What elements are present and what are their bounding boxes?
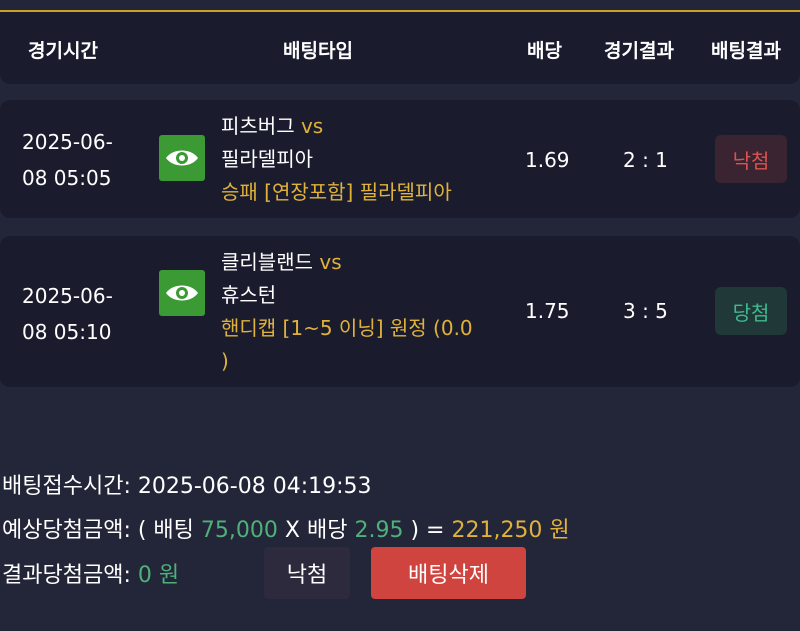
eye-icon [166,285,198,301]
match-date: 2025-06- [22,130,113,154]
bet-type-continued: ) [221,349,229,373]
match-date: 2025-06- [22,284,113,308]
delete-bet-button[interactable]: 배팅삭제 [371,547,526,599]
equals-sign: ) = [410,518,445,543]
home-team: 피츠버그 [221,114,295,138]
game-score: 3 : 5 [623,299,668,323]
match-time: 2025-06- 08 05:05 [22,124,113,196]
view-detail-button[interactable] [159,135,205,181]
bet-info: 피츠버그 vs 필라델피아 승패 [연장포함] 필라델피아 [221,110,491,209]
bet-amount-label: ( 배팅 [137,518,194,543]
result-win-amount: 0 원 [137,563,180,588]
bet-result-badge: 낙첨 [715,135,787,183]
result-status-button[interactable]: 낙첨 [264,547,350,599]
bet-time-value: 2025-06-08 04:19:53 [137,474,372,499]
bet-result-badge: 당첨 [715,287,787,335]
header-odds: 배당 [527,40,562,62]
away-team: 필라델피아 [221,147,313,171]
bet-amount: 75,000 [200,518,278,543]
bet-time-line: 배팅접수시간: 2025-06-08 04:19:53 [2,468,372,500]
expected-win-amount: 221,250 원 [451,518,570,543]
match-clock: 08 05:05 [22,166,112,190]
expected-win-label: 예상당첨금액: [2,518,131,543]
eye-icon [166,150,198,166]
bet-type: 승패 [연장포함] 필라델피아 [221,180,452,204]
header-bet-result: 배팅결과 [711,40,781,62]
match-home-line: 피츠버그 vs [221,110,491,143]
odds-value: 1.69 [525,148,570,172]
away-team: 휴스턴 [221,283,277,307]
home-team: 클리블랜드 [221,250,313,274]
header-bet-type: 배팅타입 [283,40,353,62]
expected-win-line: 예상당첨금액: ( 배팅 75,000 X 배당 2.95 ) = 221,25… [2,512,570,544]
bet-row: 2025-06- 08 05:05 피츠버그 vs 필라델피아 승패 [연장포함… [0,100,800,218]
vs-label: vs [300,114,324,138]
game-score: 2 : 1 [623,148,668,172]
view-detail-button[interactable] [159,270,205,316]
bet-row: 2025-06- 08 05:10 클리블랜드 vs 휴스턴 핸디캡 [1~5 … [0,236,800,387]
vs-label: vs [319,250,342,274]
match-clock: 08 05:10 [22,320,112,344]
table-header: 경기시간 배팅타입 배당 경기결과 배팅결과 [0,12,800,84]
total-odds: 2.95 [354,518,404,543]
total-odds-label: X 배당 [284,518,348,543]
result-win-label: 결과당첨금액: [2,563,131,588]
bet-time-label: 배팅접수시간: [2,474,131,499]
match-home-line: 클리블랜드 vs [221,246,491,279]
result-win-line: 결과당첨금액: 0 원 [2,557,179,589]
header-time: 경기시간 [28,40,98,62]
bet-type: 핸디캡 [1~5 이닝] 원정 (0.0 [221,316,473,340]
bet-info: 클리블랜드 vs 휴스턴 핸디캡 [1~5 이닝] 원정 (0.0 ) [221,246,491,378]
match-time: 2025-06- 08 05:10 [22,278,113,350]
header-game-result: 경기결과 [604,40,674,62]
odds-value: 1.75 [525,299,570,323]
